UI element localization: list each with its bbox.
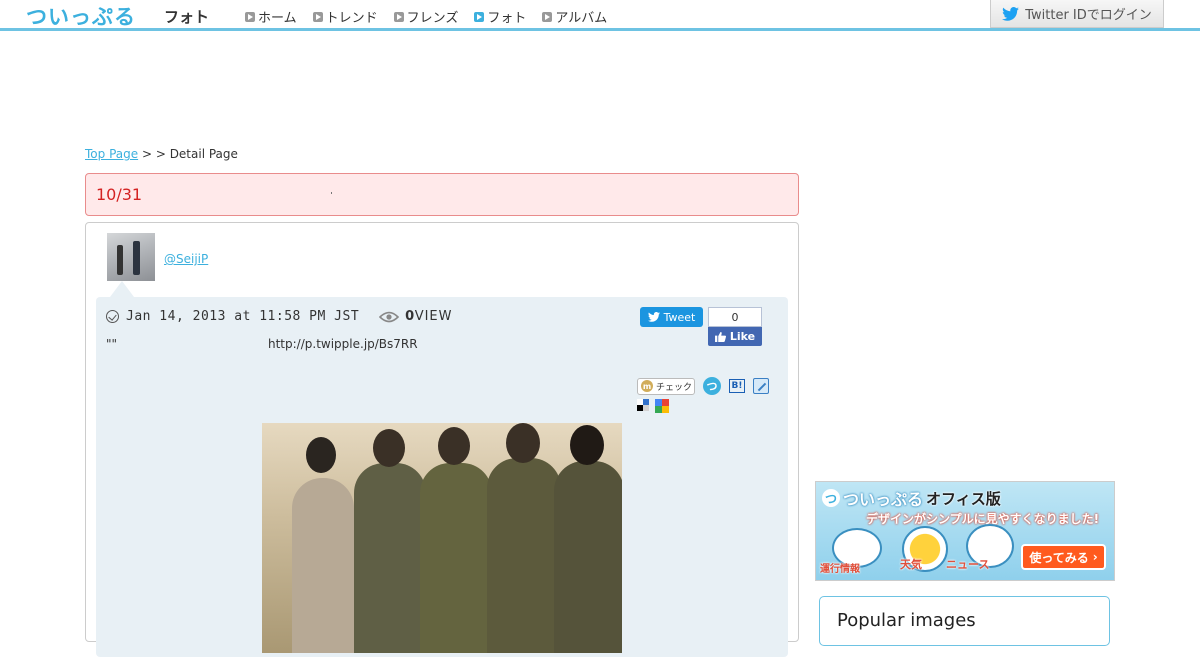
tweet-button[interactable]: Tweet bbox=[640, 307, 703, 327]
title-mark bbox=[331, 192, 332, 194]
hatena-bookmark-icon[interactable]: B! bbox=[729, 379, 745, 393]
share-buttons: m チェック つ B! bbox=[637, 377, 769, 395]
like-count: 0 bbox=[708, 307, 762, 327]
mixi-icon: m bbox=[641, 380, 653, 392]
banner-label-news: ニュース bbox=[946, 558, 990, 571]
section-title: フォト bbox=[164, 8, 210, 26]
breadcrumb: Top Page > > Detail Page bbox=[85, 147, 238, 161]
photo-figure bbox=[354, 463, 426, 653]
login-label: Twitter IDでログイン bbox=[1025, 8, 1152, 23]
photo-title: 10/31 bbox=[96, 185, 143, 204]
view-label: VIEW bbox=[414, 309, 453, 324]
twipple-icon: つ bbox=[822, 489, 840, 507]
banner-edition: オフィス版 bbox=[926, 489, 1001, 508]
photo-head bbox=[570, 425, 604, 465]
blog-pen-icon[interactable] bbox=[753, 378, 769, 394]
avatar[interactable] bbox=[107, 233, 155, 281]
nav-item-label: アルバム bbox=[555, 11, 608, 26]
site-header: ついっぷる フォト ホーム トレンド フレンズ フォト アルバム Twitter… bbox=[0, 0, 1200, 31]
popular-images-title: Popular images bbox=[837, 610, 976, 631]
delicious-icon[interactable] bbox=[637, 399, 649, 411]
banner-label-train: 運行情報 bbox=[820, 564, 860, 575]
arrow-icon bbox=[245, 11, 255, 22]
eye-icon bbox=[379, 311, 400, 322]
office-edition-banner[interactable]: つ ついっぷる オフィス版 デザインがシンプルに見やすくなりました! 運行情報 … bbox=[815, 481, 1115, 581]
view-count: 0 bbox=[405, 309, 415, 324]
check-circle-icon bbox=[106, 310, 119, 323]
breadcrumb-top-page-link[interactable]: Top Page bbox=[85, 147, 138, 161]
try-it-label: 使ってみる bbox=[1029, 550, 1089, 565]
arrow-icon bbox=[393, 11, 404, 22]
nav-item-label: トレンド bbox=[325, 11, 378, 26]
thumbs-up-icon bbox=[714, 331, 726, 342]
post-photo[interactable] bbox=[262, 423, 622, 653]
photo-head bbox=[373, 429, 405, 467]
nav-item-label: ホーム bbox=[258, 11, 297, 26]
nav-item-home[interactable]: ホーム bbox=[245, 7, 297, 26]
photo-head bbox=[506, 423, 540, 463]
nav-item-label: フレンズ bbox=[406, 11, 459, 26]
arrow-icon bbox=[474, 11, 485, 22]
banner-logo-text: ついっぷる bbox=[843, 490, 924, 509]
username-link[interactable]: @SeijiP bbox=[164, 252, 208, 266]
twitter-bird-icon bbox=[647, 312, 660, 322]
google-bookmark-icon[interactable] bbox=[655, 399, 669, 413]
tweet-button-label: Tweet bbox=[663, 310, 696, 324]
photo-figure bbox=[292, 478, 354, 653]
tweet-text: "" bbox=[106, 337, 118, 351]
banner-logo: つ ついっぷる オフィス版 bbox=[822, 486, 1001, 510]
arrow-icon bbox=[312, 11, 323, 22]
try-it-button[interactable]: 使ってみる › bbox=[1021, 544, 1106, 570]
like-button-label: Like bbox=[729, 330, 756, 343]
breadcrumb-current: Detail Page bbox=[169, 147, 238, 161]
photo-figure bbox=[420, 463, 492, 653]
main-nav: ホーム トレンド フレンズ フォト アルバム bbox=[245, 7, 607, 26]
photo-head bbox=[438, 427, 470, 465]
nav-item-label: フォト bbox=[487, 11, 527, 26]
post-meta: Jan 14, 2013 at 11:58 PM JST 0 VIEW bbox=[106, 309, 453, 324]
like-button[interactable]: Like bbox=[708, 327, 762, 346]
twipple-share-icon[interactable]: つ bbox=[703, 377, 721, 395]
share-buttons-secondary bbox=[637, 399, 669, 413]
nav-item-album[interactable]: アルバム bbox=[542, 7, 607, 26]
photo-title-box: 10/31 bbox=[85, 173, 799, 216]
nav-item-photo[interactable]: フォト bbox=[474, 7, 526, 26]
photo-figure bbox=[487, 458, 561, 653]
popular-images-panel: Popular images bbox=[819, 596, 1110, 646]
post-body: Jan 14, 2013 at 11:58 PM JST 0 VIEW "" h… bbox=[96, 297, 788, 657]
twitter-bird-icon bbox=[1002, 6, 1020, 21]
breadcrumb-separator: > bbox=[155, 147, 170, 161]
nav-item-trend[interactable]: トレンド bbox=[312, 7, 378, 26]
site-logo[interactable]: ついっぷる bbox=[26, 1, 136, 31]
chevron-right-icon: › bbox=[1092, 550, 1098, 564]
breadcrumb-separator: > bbox=[138, 147, 156, 161]
post-timestamp: Jan 14, 2013 at 11:58 PM JST bbox=[126, 309, 360, 324]
bubble-tip bbox=[110, 281, 134, 297]
mixi-check-label: チェック bbox=[656, 382, 693, 393]
photo-figure bbox=[554, 461, 622, 653]
nav-item-friends[interactable]: フレンズ bbox=[393, 7, 459, 26]
photo-head bbox=[306, 437, 336, 473]
twitter-login-button[interactable]: Twitter IDでログイン bbox=[990, 0, 1164, 28]
banner-label-weather: 天気 bbox=[900, 558, 922, 571]
arrow-icon bbox=[542, 11, 553, 22]
post-card: @SeijiP Jan 14, 2013 at 11:58 PM JST 0 V… bbox=[85, 222, 799, 657]
tweet-url[interactable]: http://p.twipple.jp/Bs7RR bbox=[268, 337, 418, 351]
facebook-like-widget: 0 Like bbox=[708, 307, 762, 347]
mixi-check-button[interactable]: m チェック bbox=[637, 377, 695, 395]
